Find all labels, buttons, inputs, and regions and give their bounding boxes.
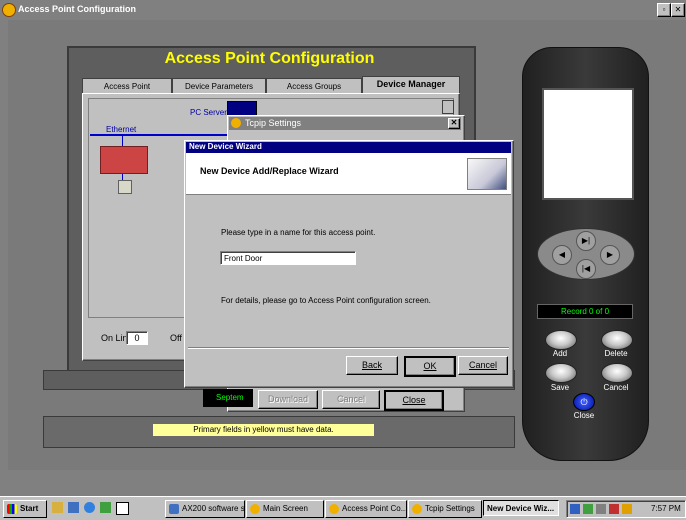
tcpip-titlebar: Tcpip Settings ✕ (229, 117, 461, 130)
desktop-icon[interactable] (52, 502, 63, 513)
nav-right-icon[interactable]: ▶ (600, 245, 620, 265)
save-button[interactable] (545, 363, 577, 383)
window-title: Access Point Configuration (18, 4, 137, 14)
close-power-icon[interactable]: ⏻ (573, 393, 595, 411)
online-count: 0 (126, 331, 148, 345)
taskbar-item-label: Access Point Co... (342, 504, 407, 513)
wizard-cancel-button[interactable]: Cancel (458, 356, 508, 375)
access-point-device-icon[interactable] (100, 146, 148, 174)
nav-left-icon[interactable]: ◀ (552, 245, 572, 265)
ethernet-label: Ethernet (106, 125, 137, 134)
taskbar-item-main-screen[interactable]: Main Screen (246, 500, 324, 518)
device-screen (542, 88, 634, 200)
tab-access-groups[interactable]: Access Groups (266, 78, 362, 94)
save-label: Save (550, 383, 570, 392)
app-green-icon[interactable] (100, 502, 111, 513)
taskbar-item-ax200[interactable]: AX200 software se... (165, 500, 245, 518)
status-hint: Primary fields in yellow must have data. (153, 424, 374, 436)
start-button[interactable]: Start (3, 500, 47, 518)
wizard-header: New Device Add/Replace Wizard (186, 153, 511, 195)
restore-button[interactable]: ▫ (657, 3, 671, 17)
taskbar-item-new-device-wizard[interactable]: New Device Wiz... (483, 500, 559, 516)
quick-launch (52, 501, 132, 515)
start-label: Start (20, 504, 39, 513)
wizard-header-text: New Device Add/Replace Wizard (200, 166, 339, 176)
tray-network-icon[interactable] (570, 504, 580, 514)
add-button[interactable] (545, 330, 577, 350)
app-icon (2, 3, 16, 17)
taskbar-item-label: AX200 software se... (182, 504, 245, 513)
close-window-button[interactable]: ✕ (671, 3, 685, 17)
window-titlebar: Access Point Configuration ▫ ✕ (0, 0, 686, 20)
tray-antivirus-icon[interactable] (609, 504, 619, 514)
delete-label: Delete (604, 349, 628, 358)
date-field: Septem (203, 389, 253, 407)
wizard-divider (188, 347, 509, 349)
tcpip-cancel-button[interactable]: Cancel (322, 390, 380, 409)
tray-monitor-icon[interactable] (596, 504, 606, 514)
add-label: Add (552, 349, 568, 358)
wizard-prompt: Please type in a name for this access po… (221, 228, 376, 237)
tab-device-parameters[interactable]: Device Parameters (172, 78, 266, 94)
taskbar-item-label: Main Screen (263, 504, 308, 513)
taskbar-item-access-point[interactable]: Access Point Co... (325, 500, 407, 518)
nav-up-icon[interactable]: ▶| (576, 231, 596, 251)
access-point-name-input[interactable]: Front Door (220, 251, 356, 265)
wizard-title: New Device Wizard (189, 142, 262, 151)
delete-button[interactable] (601, 330, 633, 350)
access-point-icon (329, 503, 339, 514)
window-icon[interactable] (116, 502, 129, 515)
ax200-icon (169, 503, 179, 514)
windows-logo-icon (7, 503, 17, 514)
cancel-label: Cancel (603, 383, 629, 392)
tcpip-icon (231, 118, 241, 128)
wizard-back-button[interactable]: Back (346, 356, 398, 375)
tab-access-point[interactable]: Access Point (82, 78, 172, 94)
tcpip-taskbar-icon (412, 503, 422, 514)
wizard-ok-button[interactable]: OK (404, 356, 456, 377)
outlook-icon[interactable] (68, 502, 79, 513)
diagram-scrollbar[interactable] (442, 100, 454, 114)
record-display: Record 0 of 0 (537, 304, 633, 319)
pc-server-label: PC Server (190, 108, 227, 117)
ie-icon[interactable] (84, 502, 95, 513)
tray-speaker-icon[interactable] (583, 504, 593, 514)
close-label: Close (573, 411, 595, 420)
tcpip-download-button[interactable]: Download (258, 390, 318, 409)
cancel-button[interactable] (601, 363, 633, 383)
tab-device-manager[interactable]: Device Manager (362, 76, 460, 94)
main-screen-icon (250, 503, 260, 514)
clock[interactable]: 7:57 PM (651, 504, 681, 513)
date-fragment: Septem (216, 393, 244, 402)
tcpip-close-icon[interactable]: ✕ (448, 118, 460, 129)
tcpip-close-button[interactable]: Close (384, 390, 444, 411)
taskbar-item-label: Tcpip Settings (425, 504, 475, 513)
system-tray: 7:57 PM (566, 500, 686, 518)
tray-app-icon[interactable] (622, 504, 632, 514)
tcpip-title: Tcpip Settings (245, 118, 302, 128)
wizard-titlebar: New Device Wizard (186, 142, 511, 153)
taskbar-item-label: New Device Wiz... (487, 504, 555, 513)
nav-down-icon[interactable]: |◀ (576, 259, 596, 279)
app-heading: Access Point Configuration (164, 50, 375, 67)
wizard-details: For details, please go to Access Point c… (221, 296, 431, 305)
wizard-graphic-icon (467, 158, 507, 190)
taskbar-item-tcpip[interactable]: Tcpip Settings (408, 500, 482, 518)
reader-device-icon[interactable] (118, 180, 132, 194)
